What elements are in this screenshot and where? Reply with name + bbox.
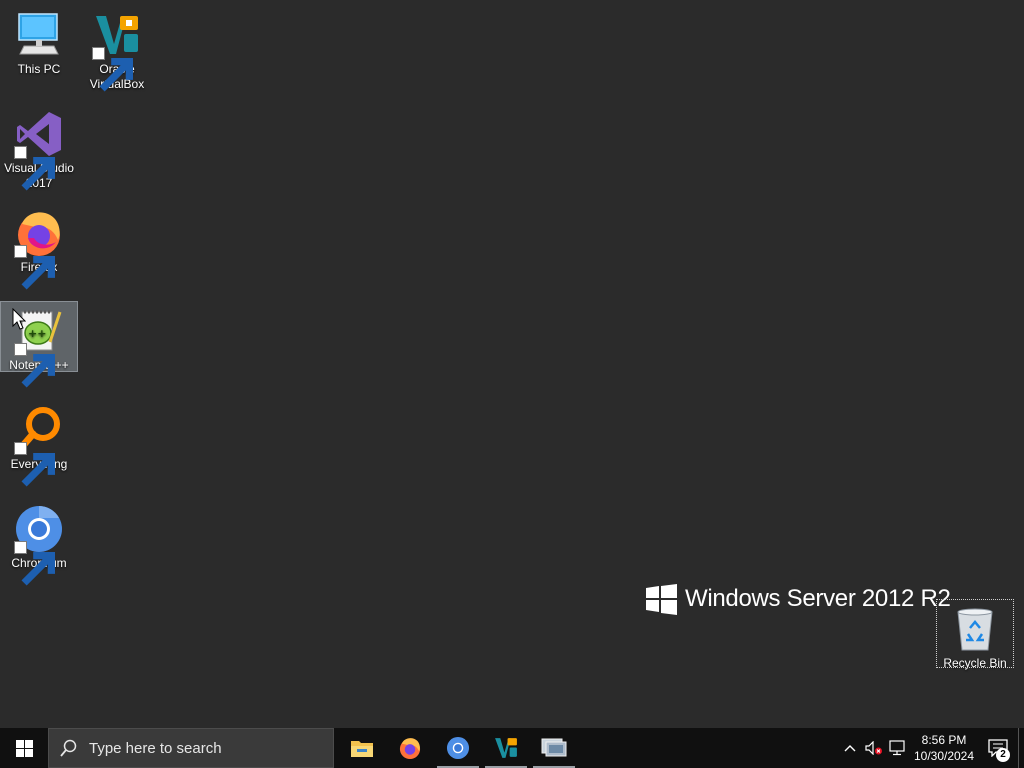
notification-count-badge: 2 <box>996 748 1010 762</box>
chromium-icon <box>446 736 470 760</box>
desktop-icon-this-pc[interactable]: This PC <box>1 6 77 77</box>
computer-icon <box>14 10 64 60</box>
desktop-icon-label: This PC <box>17 62 61 76</box>
windows-logo-icon <box>646 583 677 615</box>
shortcut-arrow-icon <box>92 47 133 92</box>
shortcut-arrow-icon <box>14 146 56 191</box>
shortcut-arrow-icon <box>14 245 56 290</box>
clock-date: 10/30/2024 <box>913 749 975 763</box>
taskbar-app-chromium[interactable] <box>434 728 482 768</box>
firefox-icon <box>14 208 64 290</box>
desktop-icon-chromium[interactable]: Chromium <box>1 500 77 586</box>
action-center-button[interactable]: 2 <box>978 728 1018 768</box>
taskbar-app-virtualbox[interactable] <box>482 728 530 768</box>
desktop[interactable]: This PC Oracle VirtualBox Visual Studio … <box>0 0 1024 728</box>
network-icon[interactable] <box>886 728 910 768</box>
show-hidden-icons-chevron-icon[interactable] <box>838 728 862 768</box>
search-input[interactable] <box>89 739 319 757</box>
firefox-icon <box>399 738 421 760</box>
os-watermark: Windows Server 2012 R2 <box>646 583 951 615</box>
taskbar-search-box[interactable] <box>48 728 334 768</box>
watermark-text: Windows Server 2012 R2 <box>685 585 951 612</box>
desktop-icon-visual-studio[interactable]: Visual Studio 2017 <box>1 105 77 191</box>
everything-search-icon <box>14 405 64 487</box>
taskbar-app-file-explorer[interactable] <box>338 728 386 768</box>
svg-text:++: ++ <box>28 327 46 340</box>
virtualbox-icon <box>495 738 517 758</box>
shortcut-arrow-icon <box>14 541 56 586</box>
system-tray: 8:56 PM 10/30/2024 2 <box>838 728 1024 768</box>
volume-muted-icon[interactable] <box>862 728 886 768</box>
taskbar-app-remote-desktop[interactable] <box>530 728 578 768</box>
visual-studio-icon <box>14 109 64 191</box>
remote-desktop-icon <box>541 738 567 757</box>
clock-time: 8:56 PM <box>921 733 967 747</box>
start-button[interactable] <box>0 728 48 768</box>
chromium-icon <box>14 504 64 586</box>
mouse-cursor-icon <box>12 308 26 330</box>
show-desktop-button[interactable] <box>1018 728 1024 768</box>
search-icon <box>49 739 89 757</box>
shortcut-arrow-icon <box>14 442 56 487</box>
taskbar-app-firefox[interactable] <box>386 728 434 768</box>
taskbar-clock[interactable]: 8:56 PM 10/30/2024 <box>910 732 978 764</box>
shortcut-arrow-icon <box>14 343 56 388</box>
desktop-icon-recycle-bin[interactable]: Recycle Bin <box>936 599 1014 670</box>
desktop-icon-everything[interactable]: Everything <box>1 401 77 487</box>
taskbar: 8:56 PM 10/30/2024 2 <box>0 728 1024 768</box>
file-explorer-icon <box>351 741 373 757</box>
desktop-icon-virtualbox[interactable]: Oracle VirtualBox <box>79 6 155 92</box>
desktop-icon-label: Recycle Bin <box>943 656 1007 670</box>
windows-logo-icon <box>15 739 33 757</box>
recycle-bin-icon <box>950 604 1000 654</box>
desktop-icon-firefox[interactable]: Firefox <box>1 204 77 290</box>
virtualbox-icon <box>92 10 142 92</box>
